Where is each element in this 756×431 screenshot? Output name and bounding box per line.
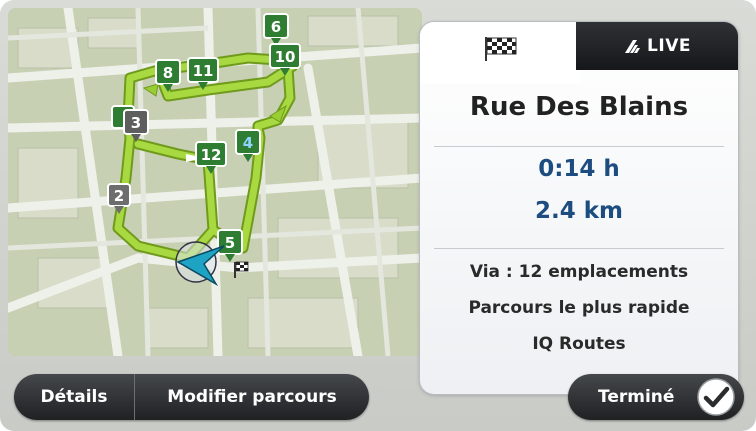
waypoint-label: 2: [114, 187, 124, 205]
routing-tech: IQ Routes: [532, 334, 626, 354]
route-summary-panel: LIVE Rue Des Blains 0:14 h 2.4 km Via : …: [420, 22, 738, 394]
travel-time: 0:14 h: [538, 156, 620, 182]
panel-tabs: LIVE: [420, 22, 738, 84]
details-button[interactable]: Détails: [14, 374, 135, 420]
route-type: Parcours le plus rapide: [468, 298, 690, 318]
modify-route-button[interactable]: Modifier parcours: [135, 374, 369, 420]
waypoint-label: 4: [243, 134, 253, 152]
tab-destination[interactable]: [420, 22, 580, 84]
route-map[interactable]: 2 3 8 11 6 10 12 4 5: [8, 8, 422, 356]
distance: 2.4 km: [534, 198, 623, 224]
checkmark-icon: [697, 378, 735, 416]
waypoint-label: 5: [225, 234, 235, 252]
waypoint-label: 3: [131, 114, 141, 132]
waypoint-label: 12: [201, 146, 222, 164]
waypoint-label: 11: [193, 62, 214, 80]
waypoint-label: 8: [163, 64, 173, 82]
navigation-screen: 2 3 8 11 6 10 12 4 5 LIVE Rue Des Blains…: [0, 0, 756, 431]
done-button[interactable]: Terminé: [568, 374, 744, 420]
checkered-flag-icon: [485, 37, 517, 61]
done-label: Terminé: [598, 387, 675, 407]
divider: [434, 146, 724, 147]
live-tab-label: LIVE: [647, 36, 691, 56]
bottom-button-group: Détails Modifier parcours: [14, 374, 369, 420]
via-locations: Via : 12 emplacements: [469, 262, 689, 282]
tab-live[interactable]: LIVE: [576, 22, 738, 70]
divider: [434, 248, 724, 249]
destination-name: Rue Des Blains: [469, 92, 689, 122]
map-canvas: 2 3 8 11 6 10 12 4 5: [8, 8, 422, 356]
live-signal-icon: [625, 40, 641, 53]
waypoint-label: 10: [275, 48, 296, 66]
waypoint-label: 6: [271, 18, 281, 36]
